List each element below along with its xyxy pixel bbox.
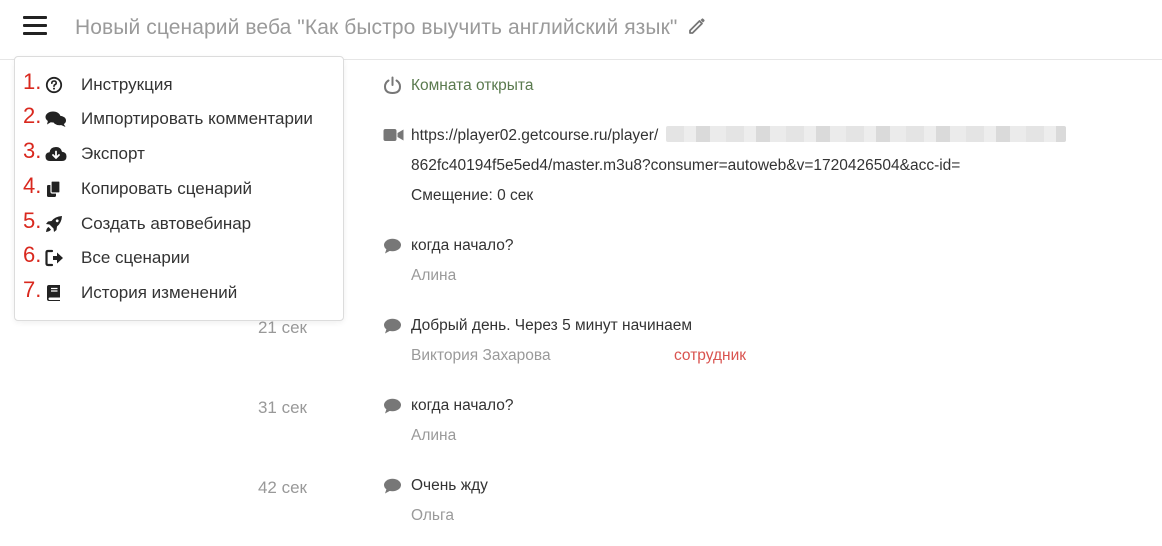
menu-item-copy-scenario[interactable]: 4. Копировать сценарий <box>15 171 343 205</box>
redacted-url-segment <box>666 126 1066 142</box>
menu-item-label: Все сценарии <box>81 248 190 267</box>
room-open-status: Комната открыта <box>411 77 534 94</box>
comment-author: Виктория Захарова <box>411 347 551 364</box>
menu-item-label: Экспорт <box>81 144 145 163</box>
menu-item-create-autowebinar[interactable]: 5. Создать автовебинар <box>15 206 343 240</box>
hamburger-icon[interactable] <box>23 16 47 36</box>
menu-item-export[interactable]: 3. Экспорт <box>15 136 343 170</box>
menu-item-change-history[interactable]: 7. История изменений <box>15 275 343 309</box>
comment-icon <box>383 238 402 254</box>
pencil-icon[interactable] <box>687 16 707 42</box>
comment-time: 21 сек <box>257 318 307 337</box>
menu-item-label: Создать автовебинар <box>81 214 252 233</box>
menu-item-all-scenarios[interactable]: 6. Все сценарии <box>15 240 343 274</box>
comment-author-role: сотрудник <box>674 347 747 364</box>
menu-item-import-comments[interactable]: 2. Импортировать комментарии <box>15 101 343 135</box>
menu-item-number: 1. <box>23 69 42 94</box>
video-offset: Смещение: 0 сек <box>411 187 534 204</box>
page-title: Новый сценарий веба "Как быстро выучить … <box>75 16 707 42</box>
comment-text: когда начало? <box>411 237 514 254</box>
comment-icon <box>383 318 402 334</box>
menu-item-number: 4. <box>23 173 42 198</box>
comment-time: 42 сек <box>257 478 307 497</box>
comment-text: когда начало? <box>411 397 514 414</box>
comment-text: Очень жду <box>411 477 488 494</box>
menu-item-number: 3. <box>23 138 42 163</box>
menu-item-label: Копировать сценарий <box>81 179 253 198</box>
menu-item-number: 5. <box>23 208 42 233</box>
sign-out-icon <box>45 249 63 267</box>
rocket-icon <box>45 215 63 233</box>
power-icon <box>383 76 402 95</box>
menu-item-number: 6. <box>23 242 42 267</box>
comment-author: Алина <box>411 267 457 284</box>
comment-author: Ольга <box>411 507 454 524</box>
menu-item-label: Инструкция <box>81 75 173 94</box>
comment-author: Алина <box>411 427 457 444</box>
comment-icon <box>383 398 402 414</box>
video-camera-icon <box>383 128 404 142</box>
cloud-download-icon <box>45 145 67 163</box>
comments-icon <box>45 110 66 128</box>
page-title-text: Новый сценарий веба "Как быстро выучить … <box>75 16 678 39</box>
video-url-line1: https://player02.getcourse.ru/player/ <box>411 127 659 144</box>
menu-item-number: 2. <box>23 103 42 128</box>
scenario-menu: 1. Инструкция 2. Импортировать комментар… <box>14 56 344 321</box>
menu-item-label: История изменений <box>81 283 238 302</box>
menu-item-instruction[interactable]: 1. Инструкция <box>15 67 343 101</box>
menu-item-label: Импортировать комментарии <box>81 109 313 128</box>
comment-time: 31 сек <box>257 398 307 417</box>
question-circle-icon <box>45 76 63 94</box>
comment-icon <box>383 478 402 494</box>
comment-text: Добрый день. Через 5 минут начинаем <box>411 317 693 334</box>
copy-icon <box>45 180 63 198</box>
menu-item-number: 7. <box>23 277 42 302</box>
top-bar: Новый сценарий веба "Как быстро выучить … <box>0 0 1162 60</box>
video-url-line2: 862fc40194f5e5ed4/master.m3u8?consumer=a… <box>411 157 961 174</box>
book-icon <box>45 284 63 302</box>
